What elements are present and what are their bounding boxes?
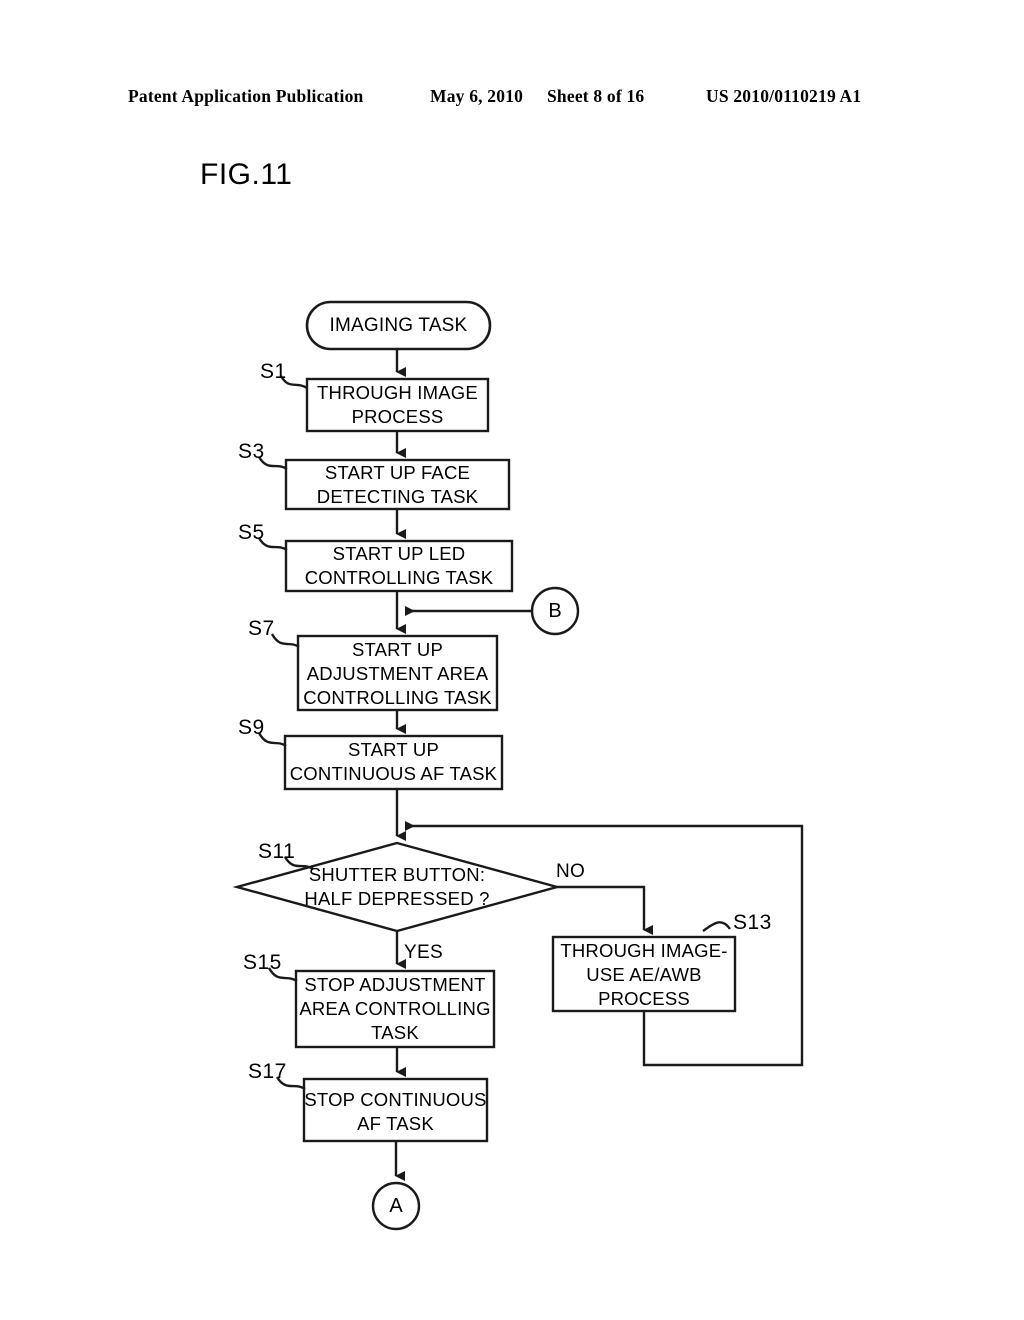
branch-label-no: NO [556,861,586,882]
node-start-label: IMAGING TASK [329,315,468,336]
step-tag-s11: S11 [258,840,296,863]
step-tag-s17: S17 [248,1060,287,1083]
node-s9-label: START UP CONTINUOUS AF TASK [289,739,498,784]
edge-s11-no-to-s13 [557,885,653,935]
patent-figure-page: Patent Application Publication May 6, 20… [0,0,1024,1320]
node-s1-label: THROUGH IMAGE PROCESS [317,382,478,427]
node-s3-label: START UP FACE DETECTING TASK [316,462,479,507]
node-s7-label: START UP ADJUSTMENT AREA CONTROLLING TAS… [303,639,492,708]
node-s5-label: START UP LED CONTROLLING TASK [304,543,494,588]
node-s13-label: THROUGH IMAGE- USE AE/AWB PROCESS [560,940,728,1009]
step-tag-s1: S1 [260,360,287,383]
connector-b-label: B [548,600,562,622]
step-tag-s5: S5 [238,521,265,544]
branch-label-yes: YES [404,942,443,963]
step-tag-s13: S13 [733,911,772,934]
step-tag-s15: S15 [243,951,282,974]
connector-a-label: A [389,1195,403,1217]
node-s11-label: SHUTTER BUTTON: HALF DEPRESSED ? [304,864,490,909]
node-s15-label: STOP ADJUSTMENT AREA CONTROLLING TASK [299,974,491,1043]
step-tag-s3: S3 [238,440,265,463]
node-s17-label: STOP CONTINUOUS AF TASK [304,1089,487,1134]
leader-s13 [702,921,731,932]
step-tag-s9: S9 [238,716,265,739]
step-tag-s7: S7 [248,617,275,640]
flowchart-canvas [232,300,804,1231]
